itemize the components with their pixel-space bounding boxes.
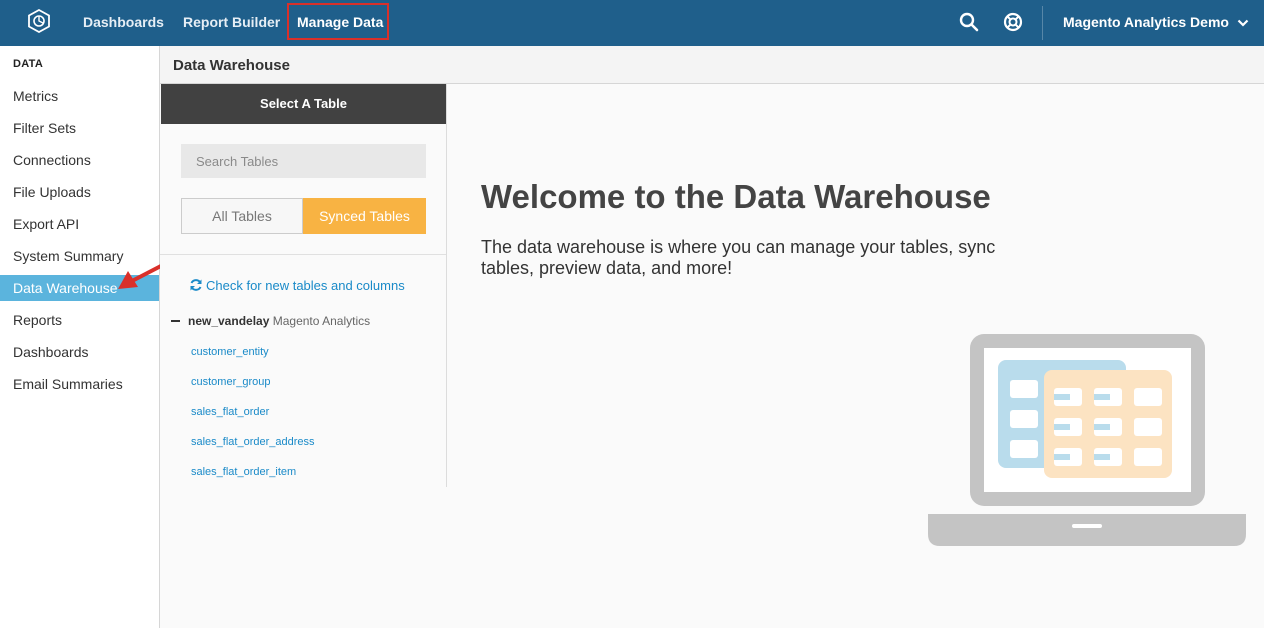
page-header: Data Warehouse <box>160 46 1264 84</box>
sidebar-item-system-summary[interactable]: System Summary <box>0 243 159 269</box>
panel-header: Select A Table <box>161 84 446 124</box>
sidebar-item-reports[interactable]: Reports <box>0 307 159 333</box>
database-name: new_vandelay <box>188 314 270 328</box>
search-icon[interactable] <box>959 12 979 32</box>
topbar-divider <box>1042 6 1043 40</box>
refresh-icon <box>190 279 202 291</box>
sidebar-item-data-warehouse[interactable]: Data Warehouse <box>0 275 159 301</box>
sidebar-item-email-summaries[interactable]: Email Summaries <box>0 371 159 397</box>
table-link-sales-flat-order[interactable]: sales_flat_order <box>191 406 269 418</box>
panel-divider <box>160 254 446 255</box>
sidebar: DATA Metrics Filter Sets Connections Fil… <box>0 46 160 628</box>
table-link-sales-flat-order-address[interactable]: sales_flat_order_address <box>191 436 315 448</box>
welcome-text: The data warehouse is where you can mana… <box>481 237 996 278</box>
sidebar-item-file-uploads[interactable]: File Uploads <box>0 179 159 205</box>
tab-synced-tables[interactable]: Synced Tables <box>303 198 426 234</box>
nav-report-builder[interactable]: Report Builder <box>183 0 280 44</box>
table-link-customer-group[interactable]: customer_group <box>191 376 271 388</box>
check-new-tables-link[interactable]: Check for new tables and columns <box>189 278 405 293</box>
sidebar-item-filter-sets[interactable]: Filter Sets <box>0 115 159 141</box>
search-tables-input[interactable] <box>181 144 426 178</box>
database-row[interactable]: new_vandelay Magento Analytics <box>171 314 370 328</box>
table-link-customer-entity[interactable]: customer_entity <box>191 346 269 358</box>
welcome-title: Welcome to the Data Warehouse <box>481 178 991 215</box>
tab-all-tables[interactable]: All Tables <box>181 198 303 234</box>
table-select-panel: Select A Table All Tables Synced Tables … <box>160 84 447 487</box>
sidebar-item-metrics[interactable]: Metrics <box>0 83 159 109</box>
account-menu[interactable]: Magento Analytics Demo <box>1063 0 1249 44</box>
nav-dashboards[interactable]: Dashboards <box>83 0 164 44</box>
table-link-sales-flat-order-item[interactable]: sales_flat_order_item <box>191 466 296 478</box>
collapse-icon[interactable] <box>171 320 180 322</box>
check-link-label: Check for new tables and columns <box>206 278 405 293</box>
help-icon[interactable] <box>1003 12 1023 32</box>
account-label: Magento Analytics Demo <box>1063 14 1229 30</box>
sidebar-item-export-api[interactable]: Export API <box>0 211 159 237</box>
laptop-illustration-icon <box>928 334 1246 546</box>
sidebar-item-connections[interactable]: Connections <box>0 147 159 173</box>
page-title: Data Warehouse <box>173 57 290 74</box>
chevron-down-icon <box>1237 20 1249 27</box>
sidebar-item-dashboards[interactable]: Dashboards <box>0 339 159 365</box>
annotation-highlight-box <box>287 3 389 40</box>
database-source: Magento Analytics <box>272 314 371 328</box>
top-navigation-bar: Dashboards Report Builder Manage Data Ma… <box>0 0 1264 46</box>
sidebar-heading: DATA <box>13 58 44 70</box>
logo-icon[interactable] <box>27 9 51 33</box>
